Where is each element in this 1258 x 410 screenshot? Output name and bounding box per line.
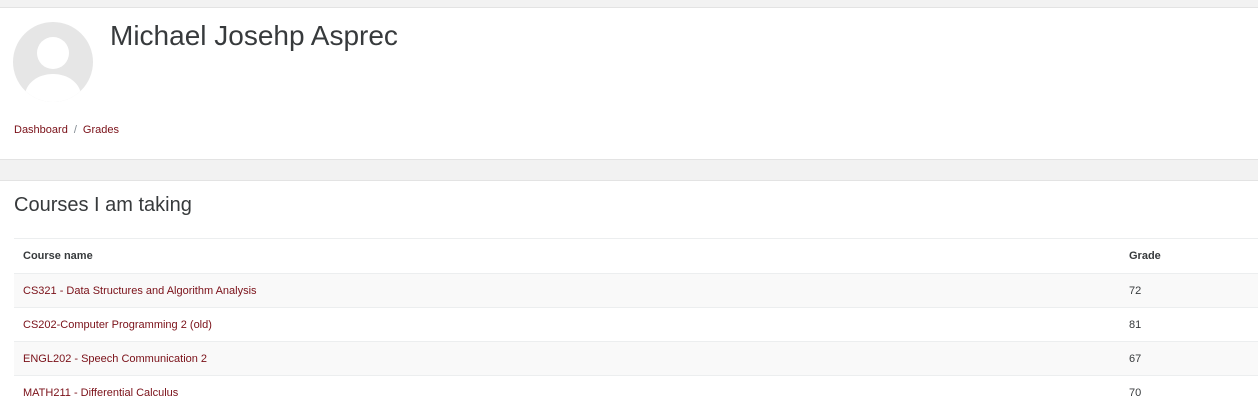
main-content: Courses I am taking Course name Grade CS… [0,180,1258,410]
breadcrumb: Dashboard / Grades [14,124,119,136]
grade-cell: 70 [1120,375,1258,409]
course-link[interactable]: CS202-Computer Programming 2 (old) [23,319,212,331]
breadcrumb-dashboard[interactable]: Dashboard [14,124,68,136]
top-strip [0,0,1258,7]
course-cell: CS202-Computer Programming 2 (old) [14,307,1120,342]
grade-header: Grade [1120,238,1258,274]
table-row: ENGL202 - Speech Communication 2 67 [14,341,1258,376]
course-cell: CS321 - Data Structures and Algorithm An… [14,273,1120,308]
table-row: MATH211 - Differential Calculus 70 [14,375,1258,409]
table-row: CS202-Computer Programming 2 (old) 81 [14,307,1258,342]
page-header: Michael Josehp Asprec Dashboard / Grades [0,7,1258,160]
grade-cell: 72 [1120,273,1258,308]
section-title: Courses I am taking [14,194,192,216]
course-cell: MATH211 - Differential Calculus [14,375,1120,409]
grade-cell: 67 [1120,341,1258,376]
course-name-header: Course name [14,238,1120,274]
course-link[interactable]: ENGL202 - Speech Communication 2 [23,353,207,365]
breadcrumb-separator: / [73,124,77,136]
table-row: CS321 - Data Structures and Algorithm An… [14,273,1258,308]
course-cell: ENGL202 - Speech Communication 2 [14,341,1120,376]
grade-cell: 81 [1120,307,1258,342]
grades-table: Course name Grade CS321 - Data Structure… [14,238,1258,409]
avatar[interactable] [13,22,93,102]
user-placeholder-icon [25,37,81,102]
breadcrumb-grades[interactable]: Grades [83,124,119,136]
user-name: Michael Josehp Asprec [110,20,398,51]
course-link[interactable]: CS321 - Data Structures and Algorithm An… [23,285,257,297]
table-header-row: Course name Grade [14,238,1258,274]
course-link[interactable]: MATH211 - Differential Calculus [23,387,178,399]
